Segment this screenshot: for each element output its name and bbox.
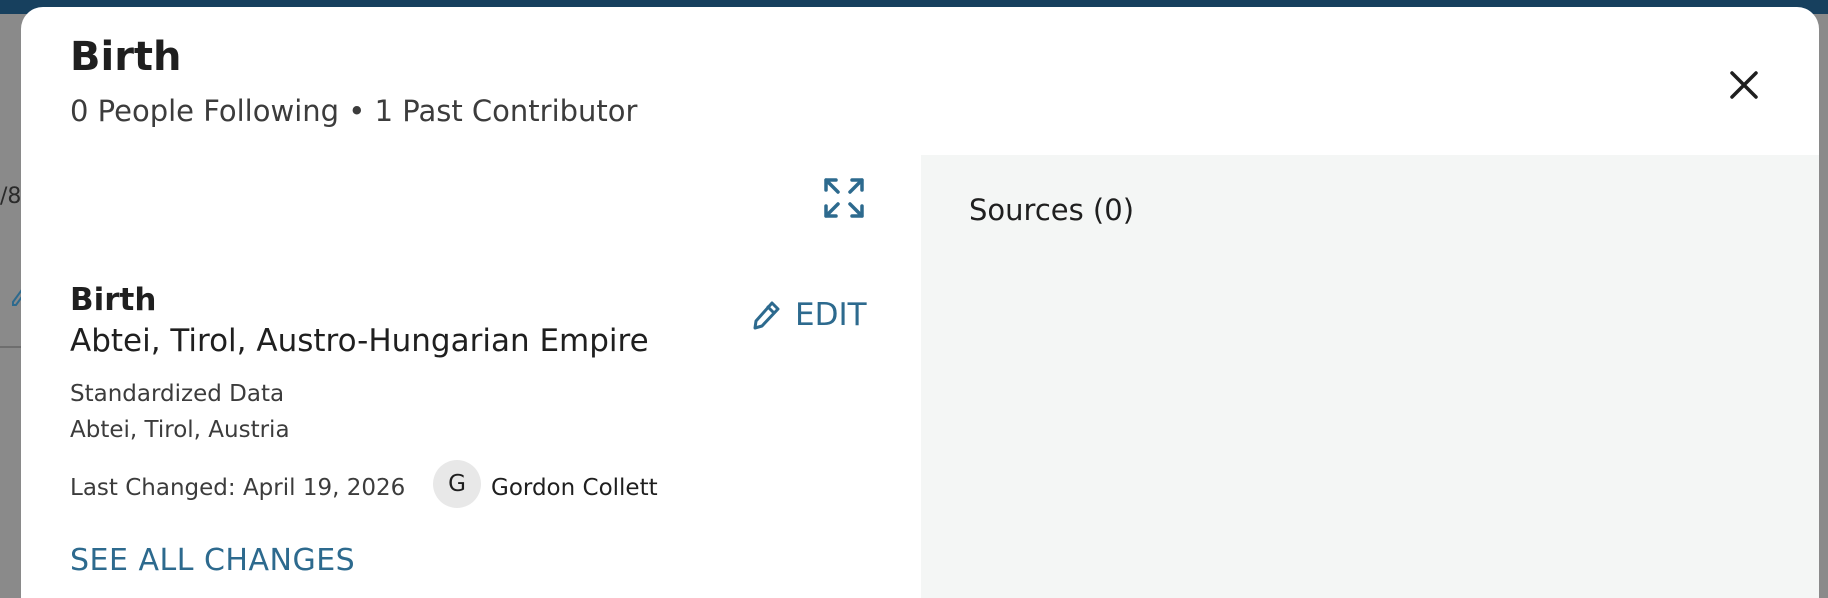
standardized-data-value: Abtei, Tirol, Austria bbox=[70, 417, 290, 443]
pencil-icon bbox=[753, 301, 780, 330]
contributor-avatar[interactable]: G bbox=[433, 460, 481, 508]
event-type: Birth bbox=[70, 282, 157, 318]
close-button[interactable] bbox=[1721, 62, 1767, 108]
see-all-changes-link[interactable]: SEE ALL CHANGES bbox=[70, 543, 355, 578]
expand-icon bbox=[824, 178, 864, 218]
edit-button[interactable]: EDIT bbox=[751, 293, 867, 337]
expand-button[interactable] bbox=[821, 175, 867, 221]
sources-heading: Sources (0) bbox=[969, 193, 1135, 227]
background-peek-text: /8 bbox=[0, 184, 22, 209]
close-icon bbox=[1730, 71, 1758, 99]
event-details-panel: Birth Abtei, Tirol, Austro-Hungarian Emp… bbox=[21, 155, 921, 598]
background-divider bbox=[0, 346, 22, 348]
event-place: Abtei, Tirol, Austro-Hungarian Empire bbox=[70, 323, 649, 359]
birth-event-dialog: Birth 0 People Following • 1 Past Contri… bbox=[21, 7, 1819, 598]
standardized-data-label: Standardized Data bbox=[70, 381, 285, 407]
dialog-title: Birth bbox=[70, 34, 182, 80]
contributor-name[interactable]: Gordon Collett bbox=[491, 475, 658, 501]
dialog-subtitle: 0 People Following • 1 Past Contributor bbox=[70, 94, 638, 128]
sources-panel: Sources (0) bbox=[921, 155, 1819, 598]
edit-button-label: EDIT bbox=[795, 297, 867, 333]
last-changed-date: Last Changed: April 19, 2026 bbox=[70, 475, 406, 501]
